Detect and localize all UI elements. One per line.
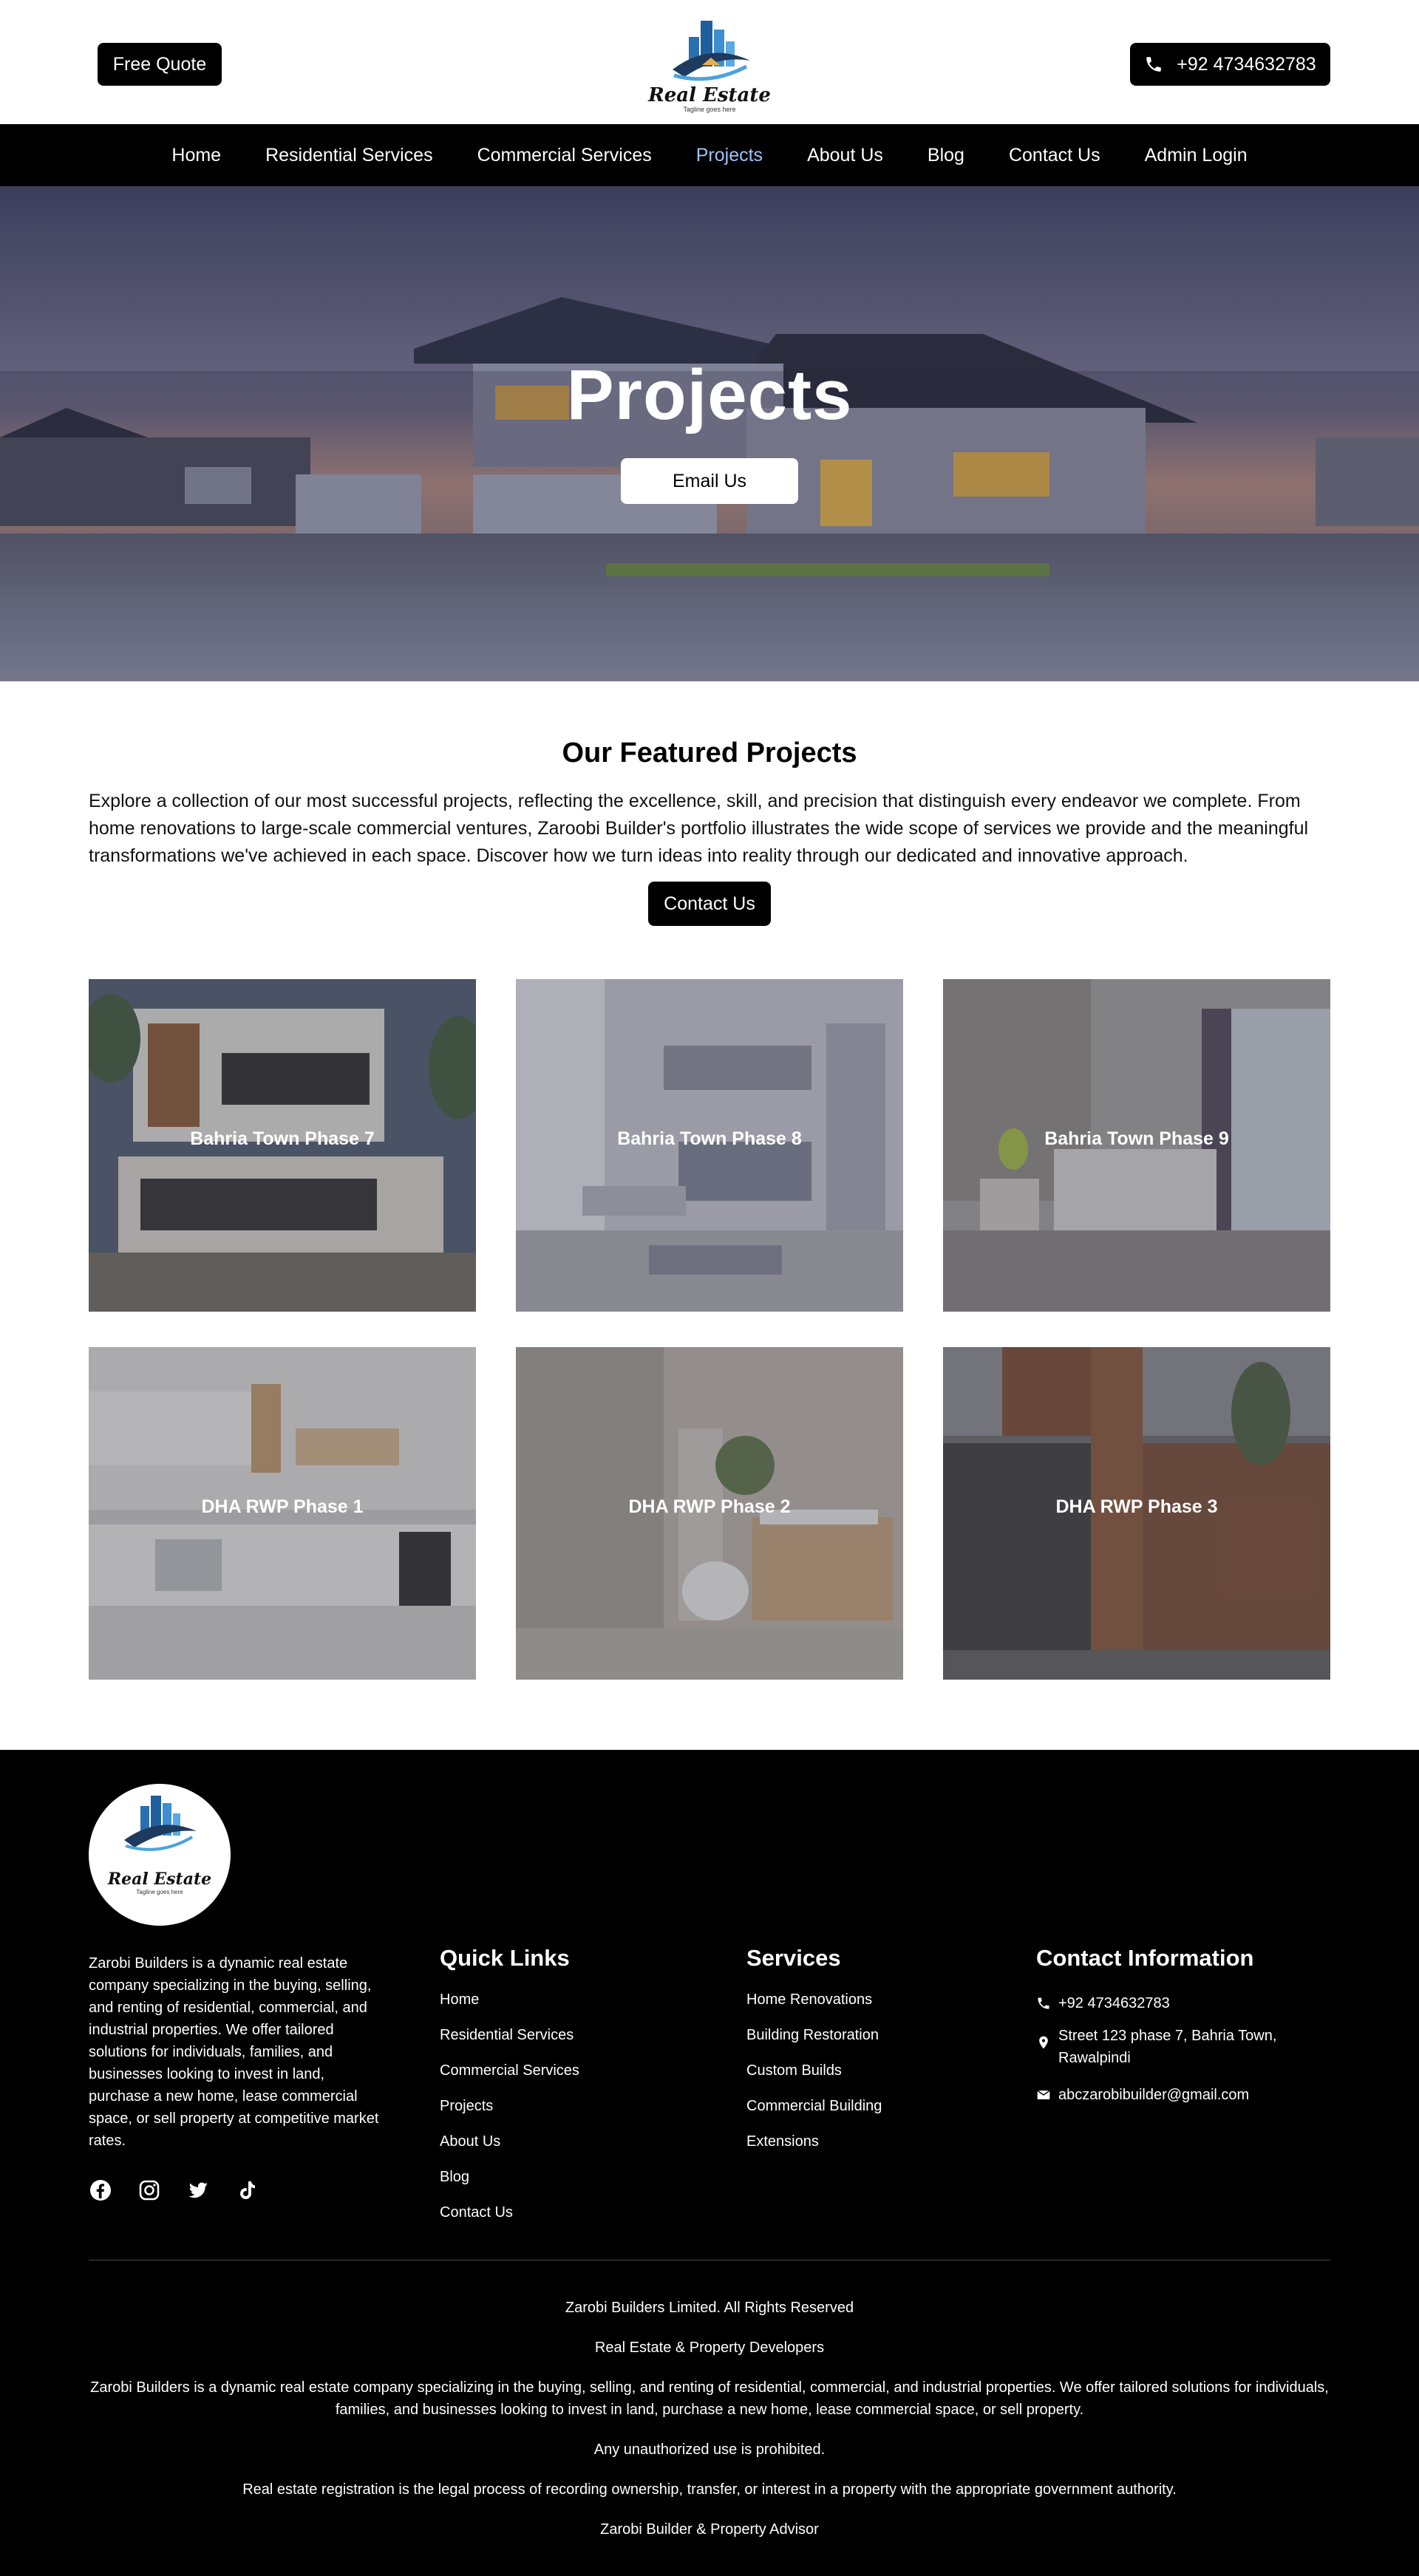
hero-banner: Projects Email Us	[0, 186, 1419, 681]
nav-residential-services[interactable]: Residential Services	[243, 145, 455, 166]
featured-title: Our Featured Projects	[562, 737, 857, 769]
phone-number: +92 4734632783	[1177, 53, 1316, 75]
envelope-icon	[1037, 2090, 1050, 2099]
project-card-dha-3[interactable]: DHA RWP Phase 3	[943, 1347, 1330, 1680]
footer-about: Zarobi Builders is a dynamic real estate…	[89, 1955, 379, 2149]
site-logo[interactable]: Real Estate Tagline goes here	[621, 12, 798, 115]
project-label: Bahria Town Phase 9	[1044, 1128, 1229, 1149]
footer-logo-graphic	[124, 1796, 197, 1851]
nav-home[interactable]: Home	[149, 145, 243, 166]
contact-phone[interactable]: +92 4734632783	[1036, 1992, 1332, 2014]
phone-button[interactable]: +92 4734632783	[1130, 43, 1330, 86]
main-nav: Home Residential Services Commercial Ser…	[0, 124, 1419, 186]
contact-email[interactable]: abczarobibuilder@gmail.com	[1036, 2084, 1332, 2106]
top-header: Free Quote Real Estate Tagline goes here…	[0, 0, 1419, 124]
phone-icon	[1146, 57, 1162, 72]
footer-link-contact-us[interactable]: Contact Us	[440, 2204, 579, 2239]
social-links	[89, 2178, 259, 2202]
instagram-icon[interactable]	[137, 2178, 161, 2202]
contact-address: Street 123 phase 7, Bahria Town, Rawalpi…	[1036, 2025, 1332, 2069]
footer-link-home[interactable]: Home	[440, 1991, 579, 2026]
contact-email-text: abczarobibuilder@gmail.com	[1058, 2087, 1250, 2103]
service-building-restoration[interactable]: Building Restoration	[746, 2026, 882, 2062]
site-footer: Real Estate Tagline goes here Zarobi Bui…	[0, 1750, 1419, 2576]
footer-link-blog[interactable]: Blog	[440, 2168, 579, 2204]
nav-blog[interactable]: Blog	[905, 145, 987, 166]
nav-about-us[interactable]: About Us	[785, 145, 905, 166]
footer-bottom: Zarobi Builders Limited. All Rights Rese…	[89, 2297, 1330, 2558]
contact-phone-text: +92 4734632783	[1058, 1995, 1170, 2011]
project-label: DHA RWP Phase 3	[1055, 1496, 1218, 1517]
footer-logo-tagline: Tagline goes here	[136, 1889, 183, 1895]
contact-address-text: Street 123 phase 7, Bahria Town, Rawalpi…	[1058, 2028, 1277, 2066]
footer-rights: Zarobi Builders Limited. All Rights Rese…	[565, 2300, 854, 2316]
footer-company-about: Zarobi Builders is a dynamic real estate…	[90, 2379, 1329, 2418]
nav-admin-login[interactable]: Admin Login	[1123, 145, 1270, 166]
contact-info-title: Contact Information	[1036, 1945, 1254, 1971]
hero-title: Projects	[566, 355, 853, 435]
project-label: Bahria Town Phase 8	[617, 1128, 802, 1149]
nav-commercial-services[interactable]: Commercial Services	[455, 145, 674, 166]
featured-description: Explore a collection of our most success…	[89, 791, 1309, 866]
footer-link-about-us[interactable]: About Us	[440, 2133, 579, 2168]
project-label: DHA RWP Phase 1	[201, 1496, 364, 1517]
footer-registration: Real estate registration is the legal pr…	[242, 2481, 1177, 2498]
facebook-icon[interactable]	[89, 2178, 112, 2202]
free-quote-button[interactable]: Free Quote	[98, 43, 222, 86]
footer-logo-text: Real Estate	[107, 1870, 212, 1889]
twitter-icon[interactable]	[186, 2178, 210, 2202]
project-card-bahria-7[interactable]: Bahria Town Phase 7	[89, 979, 476, 1312]
phone-icon	[1038, 1997, 1049, 2009]
nav-contact-us[interactable]: Contact Us	[987, 145, 1123, 166]
contact-info-list: +92 4734632783 Street 123 phase 7, Bahri…	[1036, 1992, 1332, 2121]
contact-us-button[interactable]: Contact Us	[648, 882, 771, 926]
service-home-renovations[interactable]: Home Renovations	[746, 1991, 882, 2026]
footer-logo[interactable]: Real Estate Tagline goes here	[89, 1784, 231, 1926]
logo-text: Real Estate	[648, 84, 771, 106]
project-card-bahria-8[interactable]: Bahria Town Phase 8	[516, 979, 903, 1312]
services-list: Home Renovations Building Restoration Cu…	[746, 1991, 882, 2168]
footer-advisor: Zarobi Builder & Property Advisor	[600, 2521, 819, 2538]
project-card-dha-2[interactable]: DHA RWP Phase 2	[516, 1347, 903, 1680]
quick-links-list: Home Residential Services Commercial Ser…	[440, 1991, 579, 2239]
project-card-bahria-9[interactable]: Bahria Town Phase 9	[943, 979, 1330, 1312]
project-card-dha-1[interactable]: DHA RWP Phase 1	[89, 1347, 476, 1680]
logo-tagline: Tagline goes here	[683, 106, 736, 113]
nav-projects[interactable]: Projects	[674, 145, 785, 166]
service-commercial-building[interactable]: Commercial Building	[746, 2097, 882, 2133]
service-custom-builds[interactable]: Custom Builds	[746, 2062, 882, 2097]
service-extensions[interactable]: Extensions	[746, 2133, 882, 2168]
map-pin-icon	[1039, 2036, 1048, 2049]
footer-link-residential-services[interactable]: Residential Services	[440, 2026, 579, 2062]
footer-link-commercial-services[interactable]: Commercial Services	[440, 2062, 579, 2097]
services-title: Services	[746, 1945, 841, 1971]
tiktok-icon[interactable]	[235, 2178, 259, 2202]
quick-links-title: Quick Links	[440, 1945, 570, 1971]
footer-tagline: Real Estate & Property Developers	[594, 2340, 825, 2356]
footer-unauthorized: Any unauthorized use is prohibited.	[593, 2442, 826, 2458]
project-label: Bahria Town Phase 7	[190, 1128, 375, 1149]
email-us-button[interactable]: Email Us	[621, 458, 798, 504]
project-label: DHA RWP Phase 2	[628, 1496, 791, 1517]
footer-link-projects[interactable]: Projects	[440, 2097, 579, 2133]
